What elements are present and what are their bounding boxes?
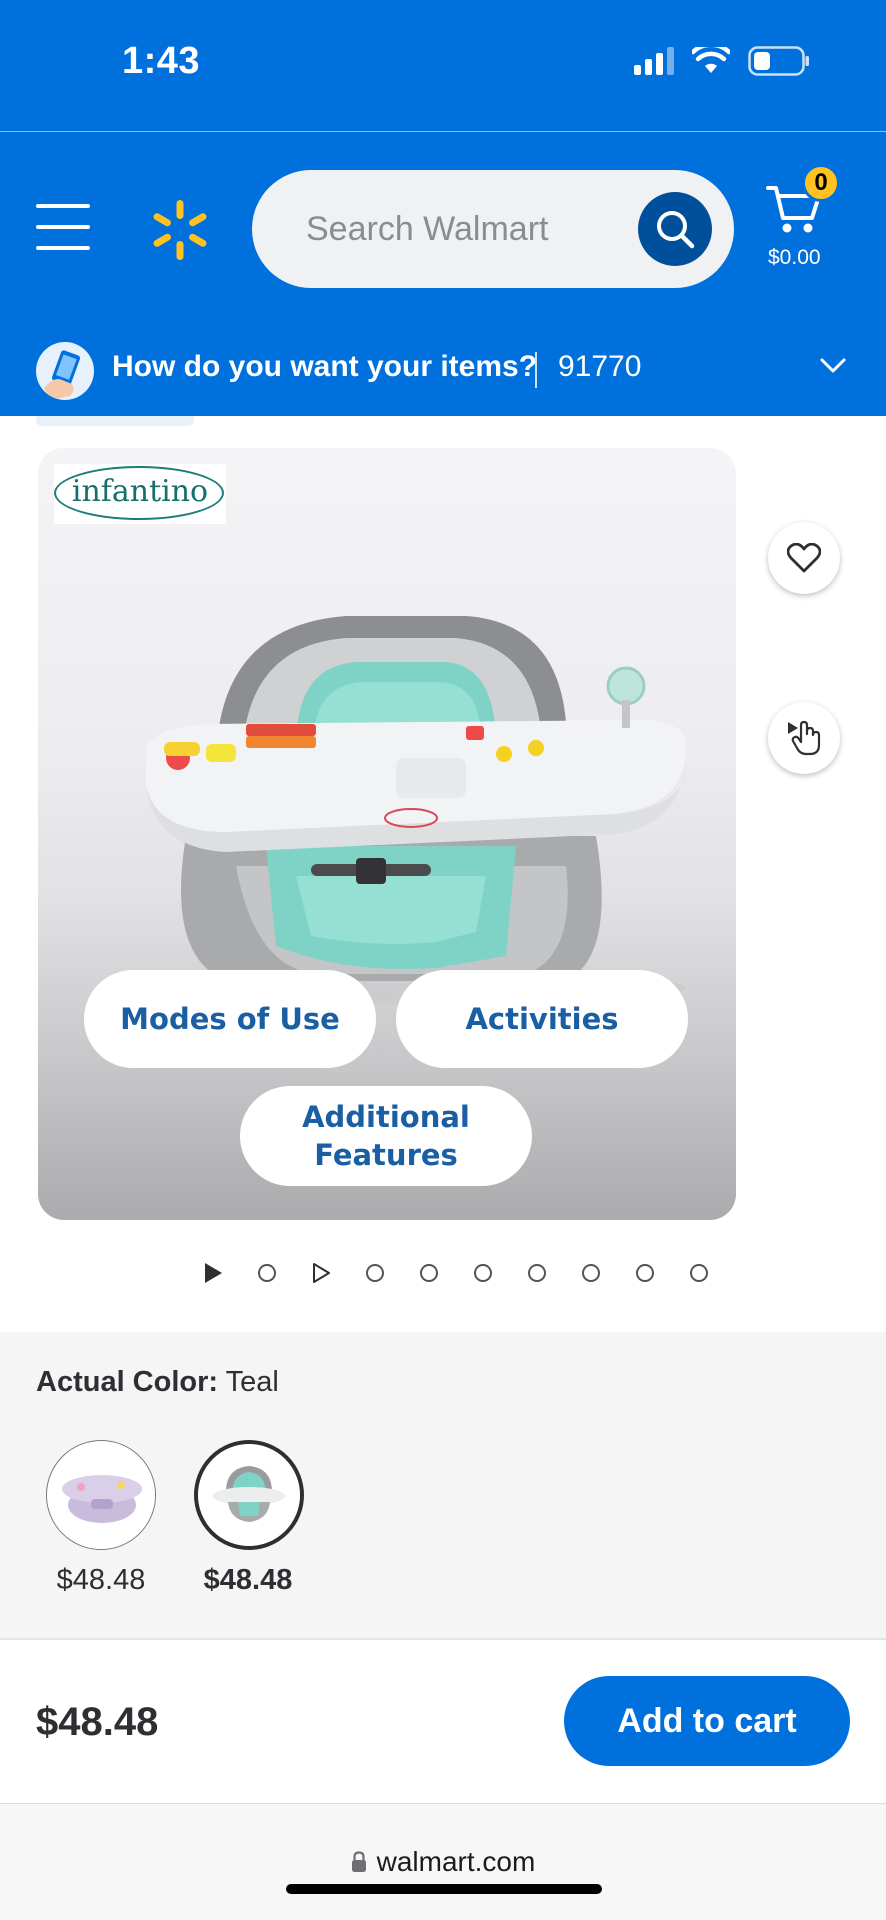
status-bar: 1:43 xyxy=(0,0,886,132)
additional-features-button[interactable]: Additional Features xyxy=(240,1086,532,1186)
signal-icon xyxy=(634,47,674,75)
search-input[interactable] xyxy=(306,170,606,288)
play-outline-icon xyxy=(313,1263,330,1283)
activities-button[interactable]: Activities xyxy=(396,970,688,1068)
cart-total: $0.00 xyxy=(768,246,821,269)
chevron-down-icon xyxy=(820,358,846,373)
lock-icon xyxy=(351,1851,366,1872)
search-box xyxy=(252,170,734,288)
swatch-price-lavender: $48.48 xyxy=(56,1564,146,1596)
view-in-3d-button[interactable] xyxy=(768,702,840,774)
brand-logo: infantino xyxy=(54,464,226,524)
color-swatch-lavender[interactable] xyxy=(46,1440,156,1550)
search-icon xyxy=(657,211,695,249)
color-label-title: Actual Color: xyxy=(36,1366,219,1398)
play-filled-icon xyxy=(205,1263,222,1283)
search-button[interactable] xyxy=(638,192,712,266)
battery-icon xyxy=(748,46,809,76)
gallery-pagination xyxy=(186,1262,726,1284)
color-swatch-teal[interactable] xyxy=(194,1440,304,1550)
sticky-add-to-cart-bar: $48.48 Add to cart xyxy=(0,1638,886,1803)
delivery-separator xyxy=(535,352,537,388)
gallery-dot[interactable] xyxy=(510,1262,564,1284)
cart-button[interactable]: 0 $0.00 xyxy=(760,162,870,292)
gallery-dot[interactable] xyxy=(402,1262,456,1284)
status-icons xyxy=(634,46,810,76)
gallery-video-indicator-active[interactable] xyxy=(186,1262,240,1284)
hamburger-menu-icon[interactable] xyxy=(36,204,90,250)
product-image-gallery[interactable]: infantino Modes of Use Activities Additi… xyxy=(38,448,736,1220)
tag-sliver xyxy=(36,416,194,426)
cart-count-badge: 0 xyxy=(802,164,840,202)
gallery-video-indicator[interactable] xyxy=(294,1262,348,1284)
status-time: 1:43 xyxy=(122,40,201,82)
browser-url-bar[interactable]: walmart.com xyxy=(0,1803,886,1920)
home-indicator[interactable] xyxy=(286,1884,602,1894)
gallery-dot[interactable] xyxy=(348,1262,402,1284)
header: 0 $0.00 xyxy=(0,132,886,326)
add-to-cart-button[interactable]: Add to cart xyxy=(564,1676,850,1766)
url-text: walmart.com xyxy=(376,1846,536,1877)
walmart-spark-logo[interactable] xyxy=(148,198,212,262)
delivery-selector[interactable]: How do you want your items? 91770 xyxy=(0,326,886,416)
wifi-icon xyxy=(692,47,730,73)
color-selected-value: Teal xyxy=(225,1366,279,1398)
delivery-phone-icon xyxy=(36,342,94,400)
gallery-dot[interactable] xyxy=(240,1262,294,1284)
product-price: $48.48 xyxy=(36,1700,159,1744)
url-display: walmart.com xyxy=(0,1846,886,1878)
color-label: Actual Color: Teal xyxy=(36,1366,279,1399)
gallery-dot[interactable] xyxy=(672,1262,726,1284)
modes-of-use-button[interactable]: Modes of Use xyxy=(84,970,376,1068)
add-to-favorites-button[interactable] xyxy=(768,522,840,594)
delivery-prompt: How do you want your items? xyxy=(112,350,538,383)
swatch-price-teal: $48.48 xyxy=(203,1564,293,1596)
heart-icon xyxy=(787,543,821,573)
gallery-dot[interactable] xyxy=(456,1262,510,1284)
color-variant-section: Actual Color: Teal $48.48 $48.48 xyxy=(0,1332,886,1638)
product-image-baby-seat xyxy=(146,616,686,1004)
play-pointer-icon xyxy=(788,720,821,756)
delivery-zip: 91770 xyxy=(558,350,642,383)
gallery-dot[interactable] xyxy=(618,1262,672,1284)
gallery-dot[interactable] xyxy=(564,1262,618,1284)
brand-logo-text: infantino xyxy=(71,474,209,509)
additional-features-label: Additional Features xyxy=(302,1100,470,1172)
